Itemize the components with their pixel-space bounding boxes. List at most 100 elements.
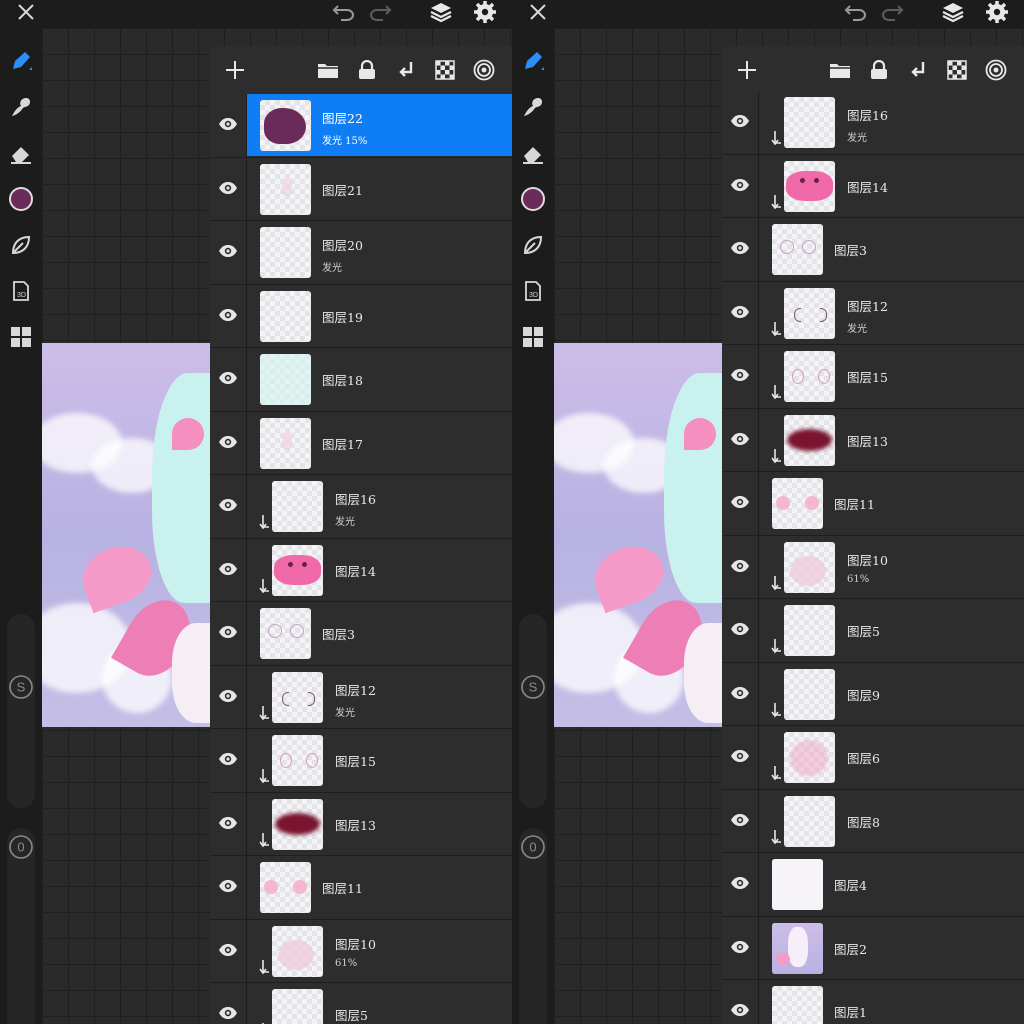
eye-icon[interactable] — [728, 490, 752, 514]
undo-icon[interactable] — [842, 0, 870, 24]
layers-icon[interactable] — [426, 0, 456, 24]
layer-blend-mode[interactable]: 发光 — [335, 704, 355, 719]
lock-icon[interactable] — [865, 56, 893, 84]
layer-row[interactable]: 图层3 — [210, 602, 512, 666]
layers-icon[interactable] — [938, 0, 968, 24]
eye-icon[interactable] — [728, 744, 752, 768]
eye-icon[interactable] — [728, 617, 752, 641]
layer-row[interactable]: 图层21 — [210, 157, 512, 221]
layer-thumbnail[interactable] — [272, 798, 323, 850]
layer-row[interactable]: 图层11 — [210, 856, 512, 920]
eye-icon[interactable] — [728, 681, 752, 705]
layer-row[interactable]: 图层22 发光 15% — [210, 94, 512, 158]
layer-thumbnail[interactable] — [772, 986, 823, 1024]
layer-row[interactable]: 图层13 — [210, 792, 512, 856]
layer-row[interactable]: 图层1 — [722, 980, 1024, 1024]
folder-icon[interactable] — [314, 56, 342, 84]
layer-row[interactable]: 图层10 61% — [210, 919, 512, 983]
layer-thumbnail[interactable] — [772, 859, 823, 910]
layer-thumbnail[interactable] — [784, 541, 835, 593]
eye-icon[interactable] — [728, 427, 752, 451]
merge-down-icon[interactable] — [392, 56, 420, 84]
eye-icon[interactable] — [216, 430, 240, 454]
redo-icon[interactable] — [366, 0, 394, 24]
layer-row[interactable]: 图层13 — [722, 408, 1024, 472]
grid-icon[interactable] — [6, 322, 36, 352]
leaf-icon[interactable] — [6, 230, 36, 260]
layer-thumbnail[interactable] — [784, 668, 835, 720]
layer-thumbnail[interactable] — [272, 989, 323, 1024]
brush-icon[interactable] — [6, 46, 36, 76]
reference-icon[interactable] — [470, 56, 498, 84]
layer-row[interactable]: 图层5 — [210, 983, 512, 1024]
plus-icon[interactable] — [732, 55, 762, 85]
layer-blend-mode[interactable]: 发光 — [847, 320, 867, 335]
eye-icon[interactable] — [216, 811, 240, 835]
eye-icon[interactable] — [216, 493, 240, 517]
leaf-icon[interactable] — [518, 230, 548, 260]
eye-icon[interactable] — [216, 938, 240, 962]
eye-icon[interactable] — [728, 300, 752, 324]
layer-row[interactable]: 图层2 — [722, 916, 1024, 980]
eye-icon[interactable] — [728, 871, 752, 895]
layer-thumbnail[interactable] — [260, 100, 311, 151]
3d-model-icon[interactable]: 3D — [6, 276, 36, 306]
plus-icon[interactable] — [220, 55, 250, 85]
eye-icon[interactable] — [216, 366, 240, 390]
eye-icon[interactable] — [216, 557, 240, 581]
layer-row[interactable]: 图层6 — [722, 726, 1024, 790]
layer-thumbnail[interactable] — [272, 735, 323, 786]
smudge-icon[interactable] — [518, 92, 548, 122]
grid-icon[interactable] — [518, 322, 548, 352]
layer-thumbnail[interactable] — [272, 671, 323, 723]
lock-icon[interactable] — [353, 56, 381, 84]
layer-blend-mode[interactable]: 发光 15% — [322, 132, 367, 147]
layer-row[interactable]: 图层3 — [722, 218, 1024, 282]
eye-icon[interactable] — [216, 874, 240, 898]
layer-blend-mode[interactable]: 61% — [335, 958, 357, 969]
artwork-canvas[interactable] — [554, 343, 724, 727]
close-icon[interactable] — [524, 0, 552, 24]
checkerboard-icon[interactable] — [943, 56, 971, 84]
layer-row[interactable]: 图层16 发光 — [210, 475, 512, 539]
layer-row[interactable]: 图层12 发光 — [722, 281, 1024, 345]
layer-row[interactable]: 图层14 — [210, 538, 512, 602]
eye-icon[interactable] — [728, 998, 752, 1022]
layer-thumbnail[interactable] — [260, 227, 311, 278]
layer-thumbnail[interactable] — [784, 605, 835, 656]
eye-icon[interactable] — [216, 176, 240, 200]
gear-icon[interactable] — [470, 0, 500, 24]
layer-row[interactable]: 图层9 — [722, 662, 1024, 726]
brush-size-slider[interactable] — [7, 614, 35, 808]
layer-blend-mode[interactable]: 发光 — [847, 129, 867, 144]
layer-row[interactable]: 图层12 发光 — [210, 665, 512, 729]
eye-icon[interactable] — [728, 236, 752, 260]
eye-icon[interactable] — [728, 109, 752, 133]
layer-blend-mode[interactable]: 发光 — [322, 259, 342, 274]
undo-icon[interactable] — [330, 0, 358, 24]
eye-icon[interactable] — [216, 239, 240, 263]
eye-icon[interactable] — [216, 684, 240, 708]
layer-thumbnail[interactable] — [784, 287, 835, 339]
layer-thumbnail[interactable] — [260, 290, 311, 342]
layer-thumbnail[interactable] — [260, 608, 311, 659]
brush-size-slider[interactable] — [519, 614, 547, 808]
layer-row[interactable]: 图层18 — [210, 348, 512, 412]
layer-thumbnail[interactable] — [260, 417, 311, 469]
layer-thumbnail[interactable] — [784, 97, 835, 148]
layer-thumbnail[interactable] — [784, 351, 835, 402]
layer-row[interactable]: 图层15 — [722, 345, 1024, 409]
eye-icon[interactable] — [216, 747, 240, 771]
artwork-canvas[interactable] — [42, 343, 212, 727]
eye-icon[interactable] — [728, 363, 752, 387]
eraser-icon[interactable] — [6, 138, 36, 168]
layer-row[interactable]: 图层4 — [722, 853, 1024, 917]
eye-icon[interactable] — [216, 303, 240, 327]
gear-icon[interactable] — [982, 0, 1012, 24]
layer-thumbnail[interactable] — [784, 732, 835, 783]
layer-row[interactable]: 图层19 — [210, 284, 512, 348]
layer-thumbnail[interactable] — [272, 544, 323, 596]
smudge-icon[interactable] — [6, 92, 36, 122]
layer-row[interactable]: 图层16 发光 — [722, 91, 1024, 155]
layer-thumbnail[interactable] — [772, 478, 823, 529]
